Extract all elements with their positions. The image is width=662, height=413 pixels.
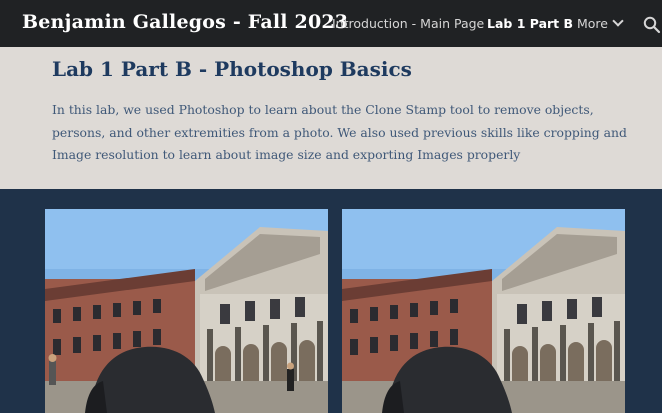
- chevron-down-icon: [612, 15, 624, 27]
- photo-original[interactable]: [45, 209, 328, 413]
- nav-more-menu[interactable]: More: [577, 15, 624, 31]
- nav-introduction-main-page[interactable]: Introduction - Main Page: [332, 16, 484, 31]
- nav-more-label: More: [577, 16, 608, 31]
- top-navigation-bar: Benjamin Gallegos - Fall 2023 Introducti…: [0, 0, 662, 47]
- site-title[interactable]: Benjamin Gallegos - Fall 2023: [22, 11, 348, 33]
- page-title: Lab 1 Part B - Photoshop Basics: [52, 57, 412, 81]
- photo-edited[interactable]: [342, 209, 625, 413]
- lab-description: In this lab, we used Photoshop to learn …: [52, 102, 627, 162]
- nav-lab-1-part-b[interactable]: Lab 1 Part B: [487, 16, 573, 31]
- search-icon[interactable]: [643, 16, 661, 34]
